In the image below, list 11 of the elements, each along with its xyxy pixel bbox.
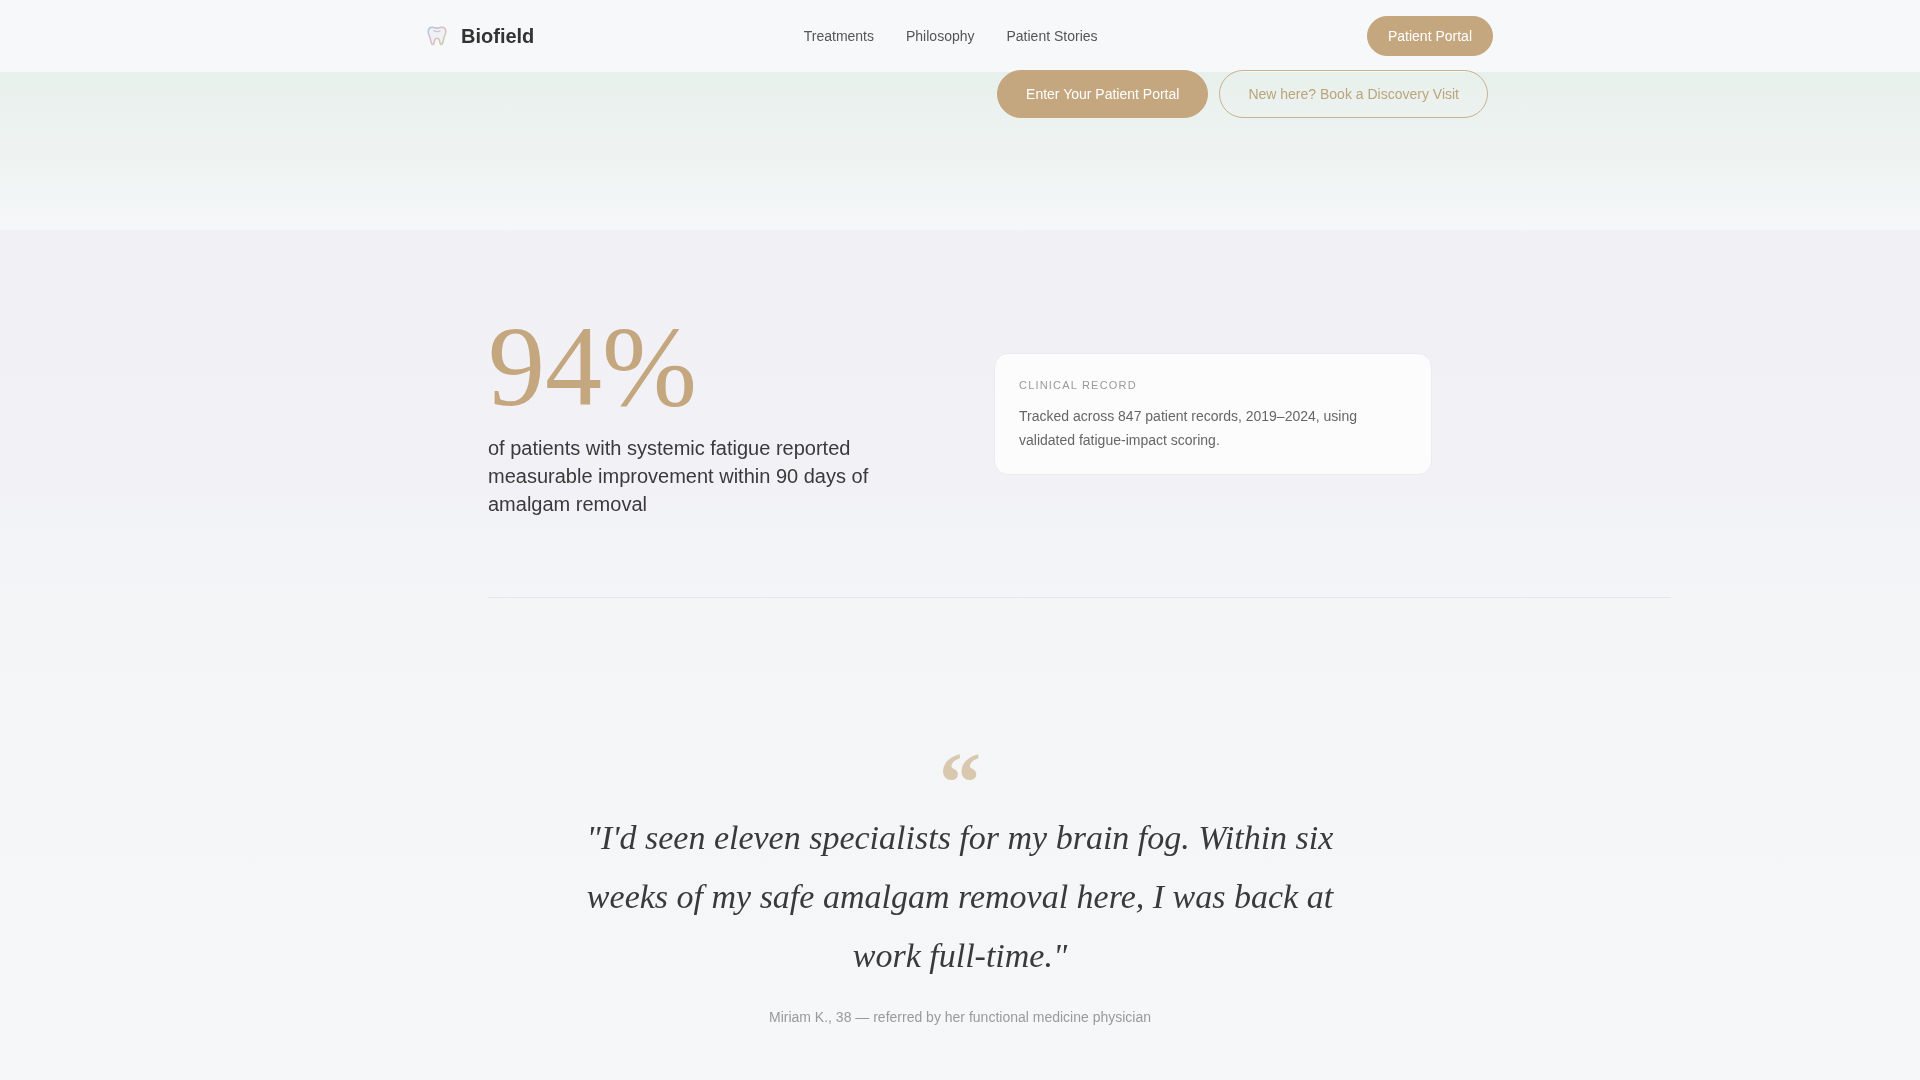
nav-link[interactable]: Treatments <box>803 27 874 45</box>
testimonial-quote: "I'd seen eleven specialists for my brain fog. Within six weeks of my safe amalgam removal here, I was back at work full-time." <box>585 818 1335 976</box>
stat-description: of patients with systemic fatigue reported measurable improvement within 90 days of amalgam removal <box>488 436 870 517</box>
stat-number: 94% <box>488 310 698 424</box>
card-text: Tracked across 847 patient records, 2019–2024, using validated fatigue-impact scoring. <box>1019 407 1359 450</box>
card-label: CLINICAL RECORD <box>1019 378 1138 393</box>
nav-link[interactable]: Philosophy <box>906 27 975 45</box>
brand-name[interactable]: Biofield <box>461 24 535 48</box>
testimonial-attribution: Miriam K., 38 — referred by her functional medicine physician <box>768 1008 1152 1027</box>
tooth-icon <box>427 26 447 46</box>
nav-link[interactable]: Patient Stories <box>1006 27 1098 45</box>
